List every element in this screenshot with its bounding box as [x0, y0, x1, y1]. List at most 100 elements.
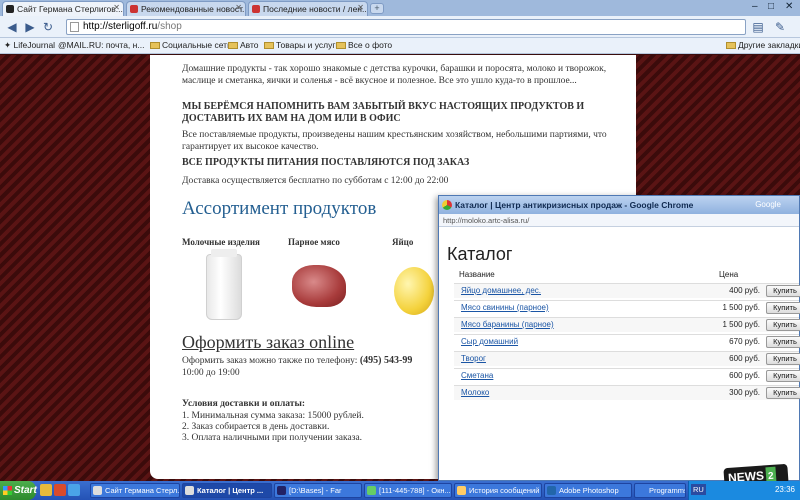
tab-title: Сайт Германа Стерлигов... — [17, 4, 123, 14]
close-window-icon[interactable]: ✕ — [785, 1, 793, 12]
buy-button[interactable]: Купить — [766, 370, 800, 382]
task-history[interactable]: История сообщений — [454, 483, 542, 498]
bookmark-mailru[interactable]: @MAIL.RU: почта, н... — [58, 40, 144, 50]
task-photoshop[interactable]: Adobe Photoshop — [544, 483, 632, 498]
product-price: 670 руб. — [729, 337, 760, 346]
close-tab-icon[interactable]: ✕ — [357, 3, 364, 12]
product-dairy-label[interactable]: Молочные изделия — [182, 237, 260, 247]
chrome-icon — [185, 486, 194, 495]
tab-title: Рекомендованные новост... — [141, 4, 246, 14]
photoshop-icon — [547, 486, 556, 495]
close-tab-icon[interactable]: ✕ — [113, 3, 120, 12]
product-eggs-label[interactable]: Яйцо — [392, 237, 413, 247]
product-meat-label[interactable]: Парное мясо — [288, 237, 340, 247]
bookmark-folder-social[interactable]: Социальные сети — [150, 40, 232, 50]
close-tab-icon[interactable]: ✕ — [235, 3, 242, 12]
far-icon — [277, 486, 286, 495]
bookmark-folder-auto[interactable]: Авто — [228, 40, 259, 50]
col-price-header: Цена — [719, 270, 739, 279]
product-price: 300 руб. — [729, 388, 760, 397]
tab-recommended-news[interactable]: Рекомендованные новост... ✕ — [126, 1, 246, 16]
delivery-text: Доставка осуществляется бесплатно по суб… — [182, 176, 449, 186]
table-row: Молоко 300 руб. Купить — [454, 385, 800, 400]
popup-titlebar[interactable]: Каталог | Центр антикризисных продаж - G… — [439, 196, 799, 214]
language-indicator[interactable]: RU — [691, 484, 706, 495]
back-arrow-icon[interactable]: ◀ — [4, 19, 20, 35]
tab-title: Последние новости / лен... — [263, 4, 368, 14]
folder-icon — [264, 42, 274, 49]
task-icq[interactable]: [111-445-788] - Окн... — [364, 483, 452, 498]
site-favicon-icon — [130, 5, 138, 13]
meat-image[interactable] — [292, 265, 346, 307]
bookmark-folder-goods[interactable]: Товары и услуги — [264, 40, 340, 50]
assortment-title: Ассортимент продуктов — [182, 198, 377, 219]
quicklaunch-ie-icon[interactable] — [68, 484, 80, 496]
maximize-icon[interactable]: □ — [768, 1, 774, 12]
buy-button[interactable]: Купить — [766, 302, 800, 314]
product-link[interactable]: Мясо свинины (парное) — [461, 303, 549, 312]
google-label: Google — [755, 200, 781, 209]
product-price: 1 500 руб. — [722, 303, 761, 312]
chrome-icon — [442, 200, 452, 210]
task-catalog[interactable]: Каталог | Центр ... — [182, 483, 272, 498]
folder-icon — [228, 42, 238, 49]
task-programms[interactable]: Programms — [634, 483, 686, 498]
phone-number: (495) 543-99 — [359, 355, 413, 366]
buy-button[interactable]: Купить — [766, 353, 800, 365]
buy-button[interactable]: Купить — [766, 319, 800, 331]
quicklaunch-opera-icon[interactable] — [54, 484, 66, 496]
col-name-header: Название — [459, 270, 495, 279]
folder-icon — [336, 42, 346, 49]
other-bookmarks[interactable]: Другие закладки — [726, 40, 800, 50]
product-link[interactable]: Сметана — [461, 371, 493, 380]
system-tray: RU 23:36 — [688, 481, 800, 500]
product-link[interactable]: Мясо баранины (парное) — [461, 320, 554, 329]
table-row: Сыр домашний 670 руб. Купить — [454, 334, 800, 349]
buy-button[interactable]: Купить — [766, 285, 800, 297]
condition-item: 2. Заказ собирается в день доставки. — [182, 422, 330, 432]
heading-to-order: ВСЕ ПРОДУКТЫ ПИТАНИЯ ПОСТАВЛЯЮТСЯ ПОД ЗА… — [182, 157, 470, 168]
quicklaunch-folder-icon[interactable] — [40, 484, 52, 496]
buy-button[interactable]: Купить — [766, 336, 800, 348]
page-icon — [70, 22, 79, 32]
para-quality: Все поставляемые продукты, произведены н… — [182, 130, 607, 152]
wrench-icon[interactable]: ✎ — [772, 19, 788, 35]
bookmarks-bar: ✦ LifeJournal @MAIL.RU: почта, н... Соци… — [0, 38, 800, 54]
catalog-popup-window: Каталог | Центр антикризисных продаж - G… — [438, 195, 800, 481]
start-button[interactable]: Start — [0, 481, 37, 500]
windows-taskbar: Start Сайт Германа Стерл... Каталог | Це… — [0, 481, 800, 500]
product-link[interactable]: Сыр домашний — [461, 337, 518, 346]
tab-bar: Сайт Германа Стерлигов... ✕ Рекомендован… — [0, 0, 800, 16]
buy-button[interactable]: Купить — [766, 387, 800, 399]
url-host: http://sterligoff.ru — [83, 21, 158, 32]
product-link[interactable]: Творог — [461, 354, 486, 363]
egg-image[interactable] — [394, 267, 434, 315]
site-favicon-icon — [252, 5, 260, 13]
url-path: /shop — [157, 21, 182, 32]
product-link[interactable]: Яйцо домашнее, дес. — [461, 286, 541, 295]
clock: 23:36 — [774, 485, 795, 494]
product-price: 1 500 руб. — [722, 320, 761, 329]
tab-sterligoff[interactable]: Сайт Германа Стерлигов... ✕ — [2, 1, 124, 16]
order-online-link[interactable]: Оформить заказ online — [182, 332, 354, 353]
table-row: Мясо баранины (парное) 1 500 руб. Купить — [454, 317, 800, 332]
reload-icon[interactable]: ↻ — [40, 19, 56, 35]
new-tab-button[interactable]: + — [370, 3, 384, 14]
page-menu-icon[interactable]: ▤ — [750, 19, 766, 35]
minimize-icon[interactable]: – — [752, 1, 758, 12]
history-icon — [457, 486, 466, 495]
bookmark-folder-photo[interactable]: Все о фото — [336, 40, 392, 50]
address-bar[interactable]: http://sterligoff.ru/shop — [66, 19, 746, 35]
popup-url[interactable]: http://moloko.artc-alisa.ru/ — [439, 214, 799, 227]
milk-image[interactable] — [206, 249, 242, 320]
product-price: 400 руб. — [729, 286, 760, 295]
task-far[interactable]: [D:\Bases] - Far — [274, 483, 362, 498]
catalog-heading: Каталог — [447, 244, 513, 264]
table-row: Сметана 600 руб. Купить — [454, 368, 800, 383]
tab-latest-news[interactable]: Последние новости / лен... ✕ — [248, 1, 368, 16]
product-link[interactable]: Молоко — [461, 388, 489, 397]
table-row: Творог 600 руб. Купить — [454, 351, 800, 366]
task-sterligoff[interactable]: Сайт Германа Стерл... — [90, 483, 180, 498]
bookmark-lifejournal[interactable]: ✦ LifeJournal — [4, 40, 55, 51]
forward-arrow-icon[interactable]: ▶ — [22, 19, 38, 35]
